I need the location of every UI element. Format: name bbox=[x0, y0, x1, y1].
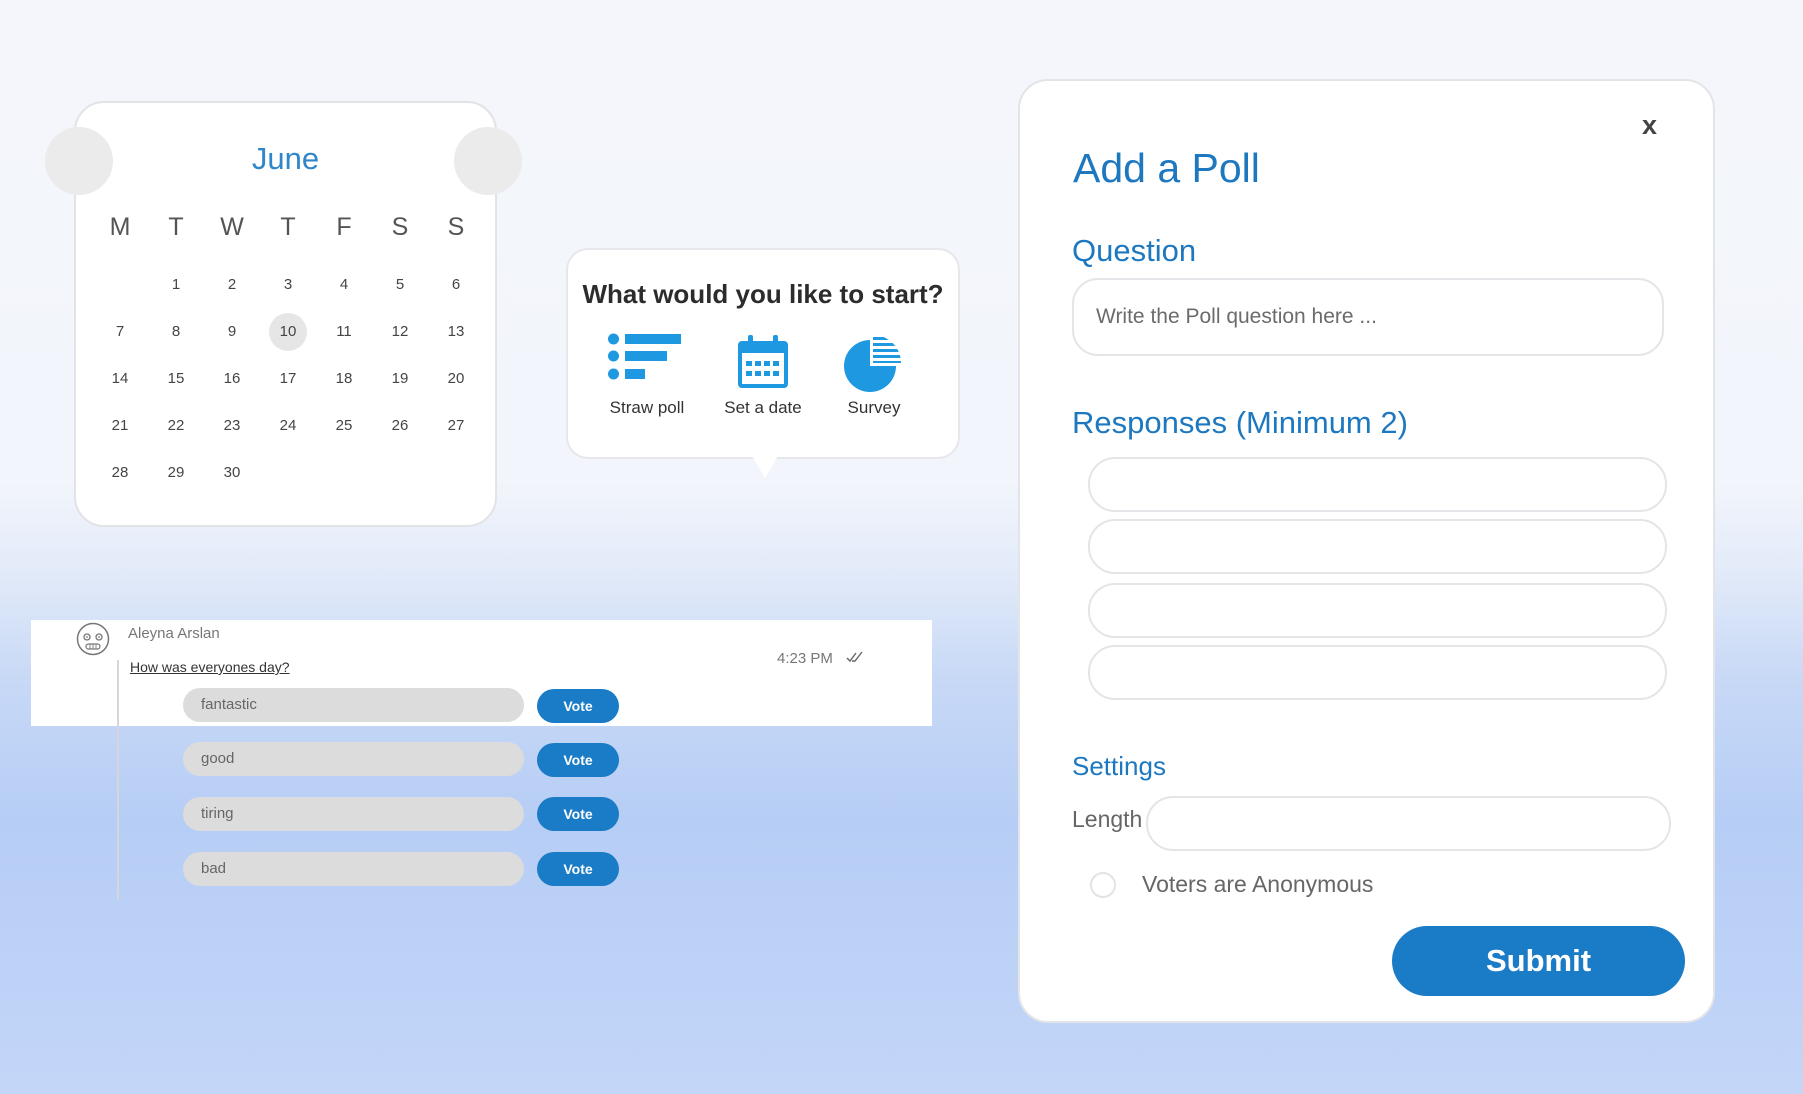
calendar-day[interactable]: 29 bbox=[154, 454, 198, 492]
option-survey-label[interactable]: Survey bbox=[814, 398, 934, 418]
calendar-day[interactable]: 8 bbox=[154, 313, 198, 351]
response-input-4[interactable] bbox=[1088, 645, 1667, 700]
calendar-day[interactable]: 26 bbox=[378, 407, 422, 445]
option-straw-poll-label[interactable]: Straw poll bbox=[587, 398, 707, 418]
calendar-day[interactable]: 5 bbox=[378, 266, 422, 304]
calendar-day[interactable]: 16 bbox=[210, 360, 254, 398]
poll-option-bad: bad bbox=[183, 852, 524, 886]
calendar-day[interactable]: 15 bbox=[154, 360, 198, 398]
message-timestamp: 4:23 PM bbox=[777, 650, 833, 667]
calendar-day[interactable]: 28 bbox=[98, 454, 142, 492]
calendar-day[interactable]: 27 bbox=[434, 407, 478, 445]
calendar-day[interactable]: 25 bbox=[322, 407, 366, 445]
calendar-day[interactable]: 7 bbox=[98, 313, 142, 351]
calendar-month: June bbox=[251, 141, 320, 176]
calendar-day[interactable]: 22 bbox=[154, 407, 198, 445]
calendar-day[interactable]: 23 bbox=[210, 407, 254, 445]
calendar-day-selected[interactable]: 10 bbox=[269, 313, 307, 351]
submit-button[interactable]: Submit bbox=[1392, 926, 1685, 996]
straw-poll-icon bbox=[608, 333, 681, 380]
popup-title: What would you like to start? bbox=[582, 279, 944, 309]
calendar-day[interactable]: 6 bbox=[434, 266, 478, 304]
weekday-header: T bbox=[168, 213, 184, 241]
vote-button-fantastic[interactable]: Vote bbox=[537, 689, 619, 723]
double-check-icon bbox=[846, 650, 864, 669]
anonymous-radio[interactable] bbox=[1090, 872, 1116, 898]
response-input-1[interactable] bbox=[1088, 457, 1667, 512]
avatar bbox=[76, 622, 110, 661]
calendar-day[interactable]: 17 bbox=[266, 360, 310, 398]
question-input[interactable] bbox=[1072, 278, 1664, 356]
anonymous-label: Voters are Anonymous bbox=[1142, 871, 1374, 897]
vote-button-tiring[interactable]: Vote bbox=[537, 797, 619, 831]
calendar-day[interactable]: 20 bbox=[434, 360, 478, 398]
length-input[interactable] bbox=[1146, 796, 1671, 851]
weekday-header: S bbox=[391, 213, 409, 241]
thread-line bbox=[117, 660, 119, 900]
poll-option-fantastic: fantastic bbox=[183, 688, 524, 722]
vote-button-bad[interactable]: Vote bbox=[537, 852, 619, 886]
weekday-header: S bbox=[447, 213, 465, 241]
poll-option-tiring: tiring bbox=[183, 797, 524, 831]
calendar-day[interactable]: 14 bbox=[98, 360, 142, 398]
option-survey[interactable] bbox=[844, 334, 902, 392]
calendar-icon bbox=[738, 335, 788, 388]
calendar-day[interactable]: 12 bbox=[378, 313, 422, 351]
calendar-day[interactable]: 2 bbox=[210, 266, 254, 304]
dialog-title: Add a Poll bbox=[1073, 145, 1260, 191]
calendar-day[interactable]: 18 bbox=[322, 360, 366, 398]
close-button[interactable]: x bbox=[1642, 110, 1657, 141]
sender-name: Aleyna Arslan bbox=[128, 625, 220, 642]
calendar-day[interactable]: 13 bbox=[434, 313, 478, 351]
pie-chart-icon bbox=[844, 337, 901, 392]
settings-label: Settings bbox=[1072, 751, 1166, 781]
calendar-day[interactable]: 21 bbox=[98, 407, 142, 445]
weekday-header: T bbox=[280, 213, 296, 241]
calendar-day[interactable]: 19 bbox=[378, 360, 422, 398]
option-straw-poll[interactable] bbox=[608, 332, 683, 387]
calendar-day[interactable]: 3 bbox=[266, 266, 310, 304]
weekday-header: F bbox=[336, 213, 352, 241]
responses-label: Responses (Minimum 2) bbox=[1072, 405, 1408, 440]
vote-button-good[interactable]: Vote bbox=[537, 743, 619, 777]
poll-question-text: How was everyones day? bbox=[130, 659, 290, 675]
calendar-day[interactable]: 11 bbox=[322, 313, 366, 351]
calendar-day[interactable]: 9 bbox=[210, 313, 254, 351]
poll-option-good: good bbox=[183, 742, 524, 776]
calendar-day[interactable]: 30 bbox=[210, 454, 254, 492]
option-set-date[interactable] bbox=[737, 334, 789, 389]
avatar-face-icon bbox=[76, 622, 110, 656]
weekday-header: W bbox=[220, 213, 244, 241]
response-input-2[interactable] bbox=[1088, 519, 1667, 574]
length-label: Length bbox=[1072, 806, 1143, 832]
option-set-date-label[interactable]: Set a date bbox=[703, 398, 823, 418]
calendar-day[interactable]: 4 bbox=[322, 266, 366, 304]
calendar-day[interactable]: 24 bbox=[266, 407, 310, 445]
popup-pointer bbox=[752, 456, 778, 478]
calendar-day[interactable]: 1 bbox=[154, 266, 198, 304]
weekday-header: M bbox=[109, 213, 131, 241]
response-input-3[interactable] bbox=[1088, 583, 1667, 638]
question-label: Question bbox=[1072, 233, 1197, 268]
